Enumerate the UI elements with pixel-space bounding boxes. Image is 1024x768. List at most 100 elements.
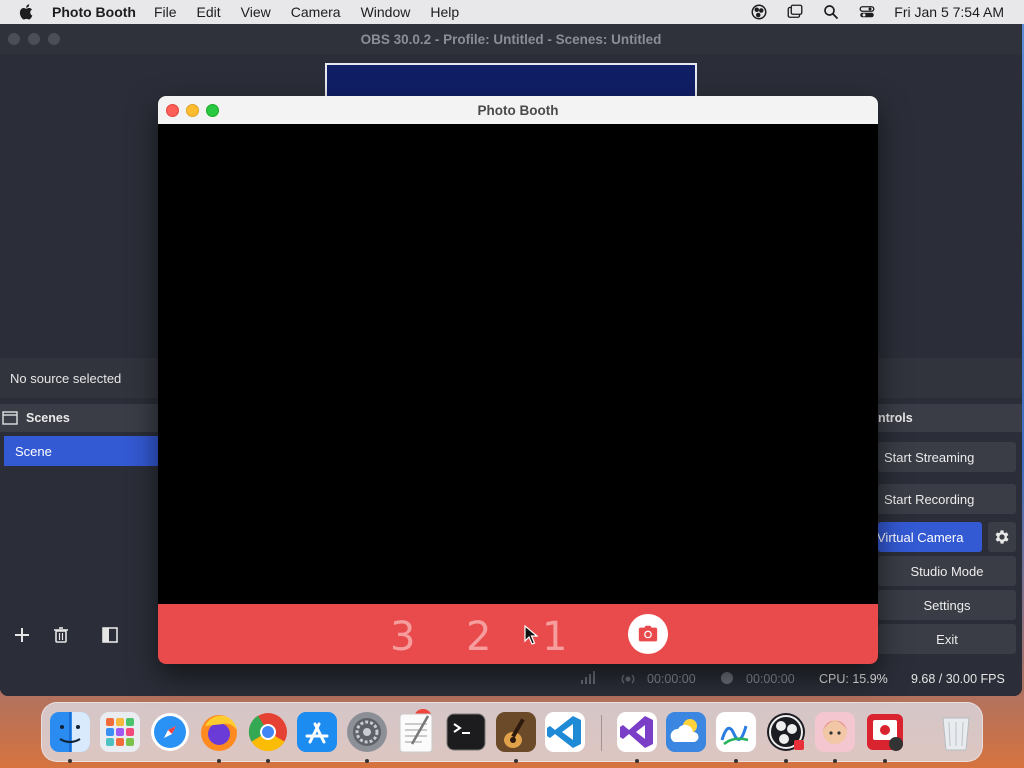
obs-zoom-button[interactable] xyxy=(48,33,60,45)
gear-icon xyxy=(995,530,1009,544)
controls-panel: Start Streaming Start Recording Virtual … xyxy=(877,432,1022,662)
menu-camera[interactable]: Camera xyxy=(291,4,341,20)
scene-filters-button[interactable] xyxy=(97,622,123,648)
garageband-running-dot xyxy=(514,759,518,763)
no-source-label: No source selected xyxy=(10,370,122,386)
dock-float-icon[interactable] xyxy=(2,411,18,425)
menu-file[interactable]: File xyxy=(154,4,177,20)
plus-icon xyxy=(15,628,29,642)
app-store-icon[interactable] xyxy=(295,710,339,754)
pb-window-title: Photo Booth xyxy=(477,102,559,118)
settings-running-dot xyxy=(365,759,369,763)
spotlight-search-icon[interactable] xyxy=(822,3,840,21)
finder-running-dot xyxy=(68,759,72,763)
trash-icon xyxy=(54,627,68,643)
studio-mode-label: Studio Mode xyxy=(910,563,984,579)
camera-preview xyxy=(158,124,878,604)
obs-window-title: OBS 30.0.2 - Profile: Untitled - Scenes:… xyxy=(360,31,662,47)
visual-studio-running-dot xyxy=(635,759,639,763)
memoji-icon[interactable] xyxy=(813,710,857,754)
menu-bar: Photo Booth File Edit View Camera Window… xyxy=(0,0,1024,24)
countdown-three: 3 xyxy=(390,614,416,660)
scene-toolbar xyxy=(0,622,160,658)
safari-icon[interactable] xyxy=(148,710,192,754)
weather-icon[interactable] xyxy=(664,710,708,754)
controls-dock-header: ntrols xyxy=(878,404,1022,432)
photo-booth-titlebar: Photo Booth xyxy=(158,96,878,124)
start-recording-label: Start Recording xyxy=(884,491,975,507)
countdown-one: 1 xyxy=(542,614,568,660)
window-overview-icon[interactable] xyxy=(786,3,804,21)
textedit-icon[interactable] xyxy=(394,710,438,754)
scenes-header-label: Scenes xyxy=(26,411,70,425)
add-scene-button[interactable] xyxy=(9,622,35,648)
launchpad-icon[interactable] xyxy=(98,710,142,754)
obs-close-button[interactable] xyxy=(8,33,20,45)
memoji-running-dot xyxy=(833,759,837,763)
record-timer: 00:00:00 xyxy=(746,672,795,686)
countdown-two: 2 xyxy=(466,614,492,660)
freeform-icon[interactable] xyxy=(714,710,758,754)
stream-timer: 00:00:00 xyxy=(647,672,696,686)
obs-titlebar: OBS 30.0.2 - Profile: Untitled - Scenes:… xyxy=(0,24,1022,54)
chrome-icon[interactable] xyxy=(246,710,290,754)
menu-edit[interactable]: Edit xyxy=(197,4,221,20)
photo-booth-icon[interactable] xyxy=(863,710,907,754)
vscode-icon[interactable] xyxy=(543,710,587,754)
control-center-icon[interactable] xyxy=(858,3,876,21)
exit-button[interactable]: Exit xyxy=(878,624,1016,654)
virtual-camera-button[interactable]: Virtual Camera xyxy=(877,522,982,552)
photo-booth-controls: 3 2 1 xyxy=(158,604,878,664)
obs-status-icon[interactable] xyxy=(750,3,768,21)
garageband-icon[interactable] xyxy=(494,710,538,754)
controls-header-label: ntrols xyxy=(878,411,913,425)
scene-item-label: Scene xyxy=(15,443,52,459)
pb-close-button[interactable] xyxy=(166,104,179,117)
visual-studio-icon[interactable] xyxy=(615,710,659,754)
trash-icon[interactable] xyxy=(934,710,978,754)
firefox-icon[interactable] xyxy=(197,710,241,754)
exit-label: Exit xyxy=(936,631,958,647)
photo-booth-running-dot xyxy=(883,759,887,763)
chrome-running-dot xyxy=(266,759,270,763)
dock-separator xyxy=(601,715,602,751)
freeform-running-dot xyxy=(734,759,738,763)
fps-readout: 9.68 / 30.00 FPS xyxy=(911,672,1005,686)
photo-booth-window: Photo Booth 3 2 1 xyxy=(158,96,878,664)
terminal-icon[interactable] xyxy=(444,710,488,754)
record-status-icon xyxy=(721,672,733,684)
obs-icon[interactable] xyxy=(764,710,808,754)
stream-status-icon xyxy=(621,674,635,684)
scene-list-item[interactable]: Scene xyxy=(4,436,160,466)
obs-minimize-button[interactable] xyxy=(28,33,40,45)
camera-icon xyxy=(638,625,658,642)
settings-label: Settings xyxy=(923,597,971,613)
dock: 1 xyxy=(41,702,983,763)
network-signal-icon xyxy=(581,671,595,684)
obs-status-bar: 00:00:00 00:00:00 CPU: 15.9% 9.68 / 30.0… xyxy=(0,662,1022,696)
pb-minimize-button[interactable] xyxy=(186,104,199,117)
studio-mode-button[interactable]: Studio Mode xyxy=(878,556,1016,586)
firefox-running-dot xyxy=(217,759,221,763)
app-name-menu[interactable]: Photo Booth xyxy=(52,4,136,20)
remove-scene-button[interactable] xyxy=(48,622,74,648)
menu-window[interactable]: Window xyxy=(361,4,411,20)
start-recording-button[interactable]: Start Recording xyxy=(878,484,1016,514)
take-photo-button[interactable] xyxy=(628,614,668,654)
scenes-dock-header: Scenes xyxy=(0,404,160,432)
start-streaming-label: Start Streaming xyxy=(884,449,975,465)
start-streaming-button[interactable]: Start Streaming xyxy=(878,442,1016,472)
virtual-camera-label: Virtual Camera xyxy=(877,529,964,545)
virtual-camera-settings-button[interactable] xyxy=(988,522,1016,552)
system-settings-icon[interactable] xyxy=(345,710,389,754)
menu-help[interactable]: Help xyxy=(430,4,459,20)
apple-icon[interactable] xyxy=(18,3,36,21)
menu-view[interactable]: View xyxy=(241,4,271,20)
mouse-cursor-icon xyxy=(524,625,538,645)
settings-button[interactable]: Settings xyxy=(878,590,1016,620)
pb-zoom-button[interactable] xyxy=(206,104,219,117)
obs-running-dot xyxy=(784,759,788,763)
menu-clock[interactable]: Fri Jan 5 7:54 AM xyxy=(894,4,1004,20)
finder-icon[interactable] xyxy=(48,710,92,754)
filter-icon xyxy=(102,627,118,643)
